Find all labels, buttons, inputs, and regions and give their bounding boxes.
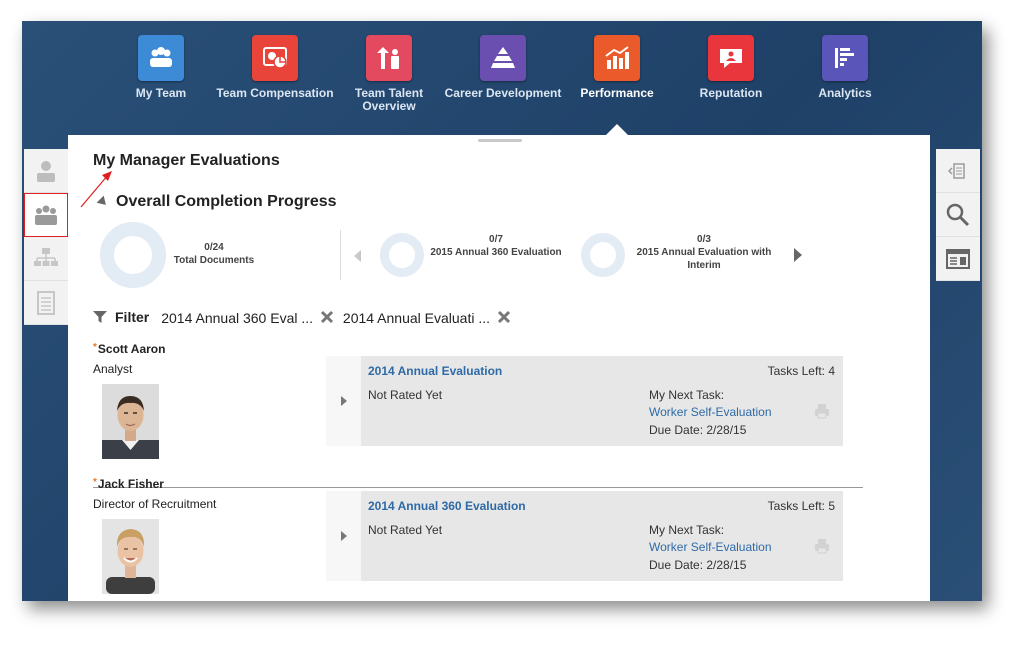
filter-bar: Filter 2014 Annual 360 Eval ... 2014 Ann… <box>93 307 520 327</box>
reputation-icon <box>708 35 754 81</box>
compensation-icon <box>252 35 298 81</box>
analytics-icon <box>822 35 868 81</box>
right-side-strip <box>936 149 980 281</box>
nav-reputation[interactable]: Reputation <box>671 35 791 100</box>
collapse-panel-icon[interactable] <box>936 149 980 193</box>
nav-label: Performance <box>580 86 654 100</box>
employee-name: Jack Fisher <box>97 477 164 491</box>
nav-team-talent-overview[interactable]: Team Talent Overview <box>329 35 449 113</box>
tasks-left: Tasks Left: 4 <box>767 364 835 378</box>
employee-name-line[interactable]: *Jack Fisher <box>93 477 863 491</box>
nav-label: Team Talent Overview <box>354 86 424 113</box>
performance-chart-icon <box>594 35 640 81</box>
filter-chip-label: 2014 Annual Evaluati ... <box>342 309 491 326</box>
group-icon[interactable] <box>24 193 68 237</box>
evaluation-card[interactable]: 2014 Annual Evaluation Tasks Left: 4 Not… <box>326 356 843 446</box>
person-icon[interactable] <box>24 149 68 193</box>
nav-team-compensation[interactable]: Team Compensation <box>215 35 335 100</box>
required-marker: * <box>93 477 97 488</box>
employee-name-line[interactable]: *Scott Aaron <box>93 342 863 356</box>
app-window: My Team Team Compensation Team Talent Ov… <box>22 21 982 601</box>
document-metric[interactable]: 0/7 2015 Annual 360 Evaluation <box>424 233 568 259</box>
search-icon[interactable] <box>936 193 980 237</box>
collapse-triangle-icon[interactable] <box>96 195 110 209</box>
next-arrow-icon[interactable] <box>794 248 802 262</box>
document-donut <box>380 233 424 277</box>
nav-label: My Team <box>135 86 187 100</box>
next-task-link[interactable]: Worker Self-Evaluation <box>649 540 772 554</box>
active-tab-indicator <box>606 124 628 135</box>
metric-label: Total Documents <box>173 255 255 266</box>
expand-arrow-icon[interactable] <box>326 491 361 581</box>
required-marker: * <box>93 342 97 353</box>
document-icon[interactable] <box>24 281 68 325</box>
filter-chip[interactable]: 2014 Annual 360 Eval ... <box>161 309 335 326</box>
next-task-label: My Next Task: <box>649 523 725 537</box>
nav-performance[interactable]: Performance <box>557 35 677 100</box>
nav-label: Career Development <box>444 86 562 100</box>
divider <box>340 230 341 280</box>
team-icon <box>138 35 184 81</box>
due-date: Due Date: 2/28/15 <box>649 558 747 572</box>
metric-label: 2015 Annual Evaluation with Interim <box>636 247 772 271</box>
nav-career-development[interactable]: Career Development <box>443 35 563 100</box>
next-task-link[interactable]: Worker Self-Evaluation <box>649 405 772 419</box>
content-panel: My Manager Evaluations Overall Completio… <box>68 135 930 601</box>
talent-icon <box>366 35 412 81</box>
avatar[interactable] <box>102 384 159 459</box>
page-title: My Manager Evaluations <box>93 152 280 169</box>
career-pyramid-icon <box>480 35 526 81</box>
total-documents-donut <box>100 222 166 288</box>
metric-label: 2015 Annual 360 Evaluation <box>430 247 562 258</box>
metric-count: 0/24 <box>204 242 224 253</box>
document-metric[interactable]: 0/3 2015 Annual Evaluation with Interim <box>628 233 780 272</box>
prev-arrow-icon[interactable] <box>354 250 361 262</box>
nav-analytics[interactable]: Analytics <box>785 35 905 100</box>
print-icon[interactable] <box>813 402 831 420</box>
section-title: Overall Completion Progress <box>116 193 337 210</box>
panel-grabber[interactable] <box>478 139 522 142</box>
nav-label: Reputation <box>699 86 763 100</box>
nav-my-team[interactable]: My Team <box>101 35 221 100</box>
filter-chip[interactable]: 2014 Annual Evaluati ... <box>343 309 512 326</box>
nav-label: Team Compensation <box>216 86 334 100</box>
metric-count: 0/3 <box>697 234 711 245</box>
left-side-strip <box>24 149 68 325</box>
employee-row: *Scott Aaron Analyst 2014 Annual Evaluat… <box>93 342 863 459</box>
employee-name: Scott Aaron <box>97 342 166 356</box>
dashboard-icon[interactable] <box>936 237 980 281</box>
document-donut <box>581 233 625 277</box>
evaluation-title[interactable]: 2014 Annual 360 Evaluation <box>368 499 526 513</box>
remove-filter-icon[interactable] <box>319 309 335 325</box>
org-chart-icon[interactable] <box>24 237 68 281</box>
filter-funnel-icon[interactable] <box>93 310 107 324</box>
avatar[interactable] <box>102 519 159 594</box>
nav-label: Analytics <box>818 86 872 100</box>
section-header[interactable]: Overall Completion Progress <box>96 193 337 211</box>
evaluation-card[interactable]: 2014 Annual 360 Evaluation Tasks Left: 5… <box>326 491 843 581</box>
metric-count: 0/7 <box>489 234 503 245</box>
rating-status: Not Rated Yet <box>368 523 443 537</box>
employee-row: *Jack Fisher Director of Recruitment 201… <box>93 477 863 594</box>
remove-filter-icon[interactable] <box>496 309 512 325</box>
expand-arrow-icon[interactable] <box>326 356 361 446</box>
total-documents-metric: 0/24 Total Documents <box>164 241 264 267</box>
due-date: Due Date: 2/28/15 <box>649 423 747 437</box>
rating-status: Not Rated Yet <box>368 388 443 402</box>
filter-label: Filter <box>115 309 150 325</box>
evaluation-title[interactable]: 2014 Annual Evaluation <box>368 364 502 378</box>
tasks-left: Tasks Left: 5 <box>767 499 835 513</box>
print-icon[interactable] <box>813 537 831 555</box>
next-task-label: My Next Task: <box>649 388 725 402</box>
filter-chip-label: 2014 Annual 360 Eval ... <box>161 309 314 326</box>
